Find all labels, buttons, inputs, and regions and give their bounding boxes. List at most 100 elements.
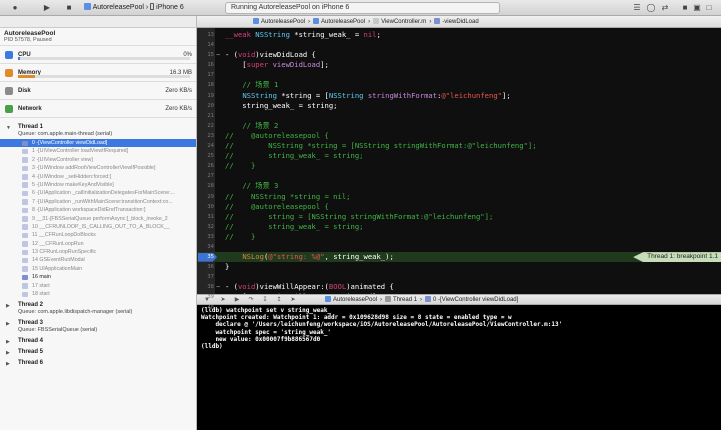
disclosure-closed-icon[interactable]: ▶ <box>6 350 10 357</box>
thread-5[interactable]: ▶ Thread 5 <box>0 349 196 356</box>
thread-3[interactable]: ▶ Thread 3 Queue: FBSSerialQueue (serial) <box>0 320 196 334</box>
console-line: watchpoint spec = 'string_weak_' <box>201 328 332 336</box>
thread-queue: Queue: com.apple.libdispatch-manager (se… <box>18 309 133 316</box>
stack-frame[interactable]: 13 CFRunLoopRunSpecific <box>0 248 196 256</box>
line-number: 20 <box>207 102 214 109</box>
stack-frame[interactable]: 0 -[ViewController viewDidLoad] <box>0 139 196 148</box>
frame-icon <box>22 257 28 264</box>
lldb-console[interactable]: (lldb) watchpoint set v string_weak_ Watc… <box>197 305 721 430</box>
thread-1[interactable]: ▼ Thread 1 Queue: com.apple.main-thread … <box>0 124 196 138</box>
frame-icon <box>22 224 28 230</box>
close-window-button[interactable]: ● <box>10 3 20 13</box>
frame-icon <box>22 216 28 222</box>
stack-frame[interactable]: 2 -[UIViewController view] <box>0 156 196 164</box>
frame-label: 0 -[ViewController viewDidLoad] <box>32 140 108 146</box>
disclosure-closed-icon[interactable]: ▶ <box>6 339 10 346</box>
stop-button[interactable]: ■ <box>64 3 74 13</box>
thread-6[interactable]: ▶ Thread 6 <box>0 360 196 367</box>
stack-frame[interactable]: 16 main <box>0 273 196 281</box>
source-editor[interactable]: AutoreleasePool › AutoreleasePool › ViewCont… <box>197 16 721 312</box>
gauge-value: 0% <box>183 52 192 58</box>
stack-frame[interactable]: 1 -[UIViewController loadViewIfRequired] <box>0 147 196 155</box>
step-out-icon[interactable]: ↥ <box>275 296 283 304</box>
version-editor-icon[interactable]: ⇄ <box>660 3 670 13</box>
stack-frame[interactable]: 3 -[UIWindow addRootViewControllerViewIf… <box>0 164 196 172</box>
gauge-network[interactable]: Network Zero KB/s <box>0 100 196 118</box>
app-icon <box>84 3 91 10</box>
frame-icon <box>22 157 28 163</box>
debug-item[interactable]: Thread 1 <box>393 297 417 303</box>
thread-2[interactable]: ▶ Thread 2 Queue: com.apple.libdispatch-ma… <box>0 302 196 316</box>
stack-frame[interactable]: 17 start <box>0 282 196 290</box>
stack-frame[interactable]: 8 -[UIApplication workspaceDidEndTransac… <box>0 206 196 214</box>
jump-item[interactable]: AutoreleasePool <box>321 19 365 25</box>
network-gauge-icon <box>5 105 13 113</box>
debug-item-icon <box>425 296 432 302</box>
code-area[interactable]: 13 __weak NSString *string_weak_ = nil; 14… <box>197 30 721 313</box>
stack-frame[interactable]: 5 -[UIWindow makeKeyAndVisible] <box>0 181 196 189</box>
thread-4[interactable]: ▶ Thread 4 <box>0 338 196 345</box>
code-text: - (void)viewWillAppear:(BOOL)animated { <box>225 282 394 292</box>
stack-frame[interactable]: 10 __CFRUNLOOP_IS_CALLING_OUT_TO_A_BLOCK… <box>0 223 196 231</box>
line-number: 21 <box>207 112 214 119</box>
scheme-selector[interactable]: AutoreleasePool › iPhone 6 <box>84 3 184 13</box>
continue-icon[interactable]: ▶ <box>233 296 241 304</box>
step-into-icon[interactable]: ↧ <box>261 296 269 304</box>
fold-marker[interactable]: − <box>216 50 220 60</box>
navigator-toggle-icon[interactable]: ■ <box>680 3 690 13</box>
code-line: 18 // 场景 1 <box>197 80 721 90</box>
frame-label: 1 -[UIViewController loadViewIfRequired] <box>32 148 129 155</box>
code-text: // NSString *string = [NSString stringWi… <box>225 141 537 151</box>
thread-name: Thread 4 <box>18 338 44 345</box>
utilities-toggle-icon[interactable]: □ <box>704 3 714 13</box>
gauge-disk[interactable]: Disk Zero KB/s <box>0 82 196 100</box>
standard-editor-icon[interactable]: ☰ <box>632 3 642 13</box>
debug-item[interactable]: 0 -[ViewController viewDidLoad] <box>433 297 518 303</box>
breakpoints-toggle-icon[interactable]: ➤ <box>219 296 227 304</box>
fold-marker[interactable]: − <box>216 282 220 292</box>
stack-frame[interactable]: 4 -[UIWindow _setHidden:forced:] <box>0 173 196 181</box>
stack-frame[interactable]: 9 __31-[FBSSerialQueue performAsync:]_bl… <box>0 215 196 223</box>
frame-label: 10 __CFRUNLOOP_IS_CALLING_OUT_TO_A_BLOCK… <box>32 223 170 230</box>
disclosure-closed-icon[interactable]: ▶ <box>6 303 10 310</box>
stack-frame[interactable]: 15 UIApplicationMain <box>0 265 196 273</box>
stack-frame[interactable]: 11 __CFRunLoopDoBlocks <box>0 231 196 239</box>
assistant-editor-icon[interactable]: ◯ <box>646 3 656 13</box>
stack-frame[interactable]: 18 start <box>0 290 196 298</box>
location-icon[interactable]: ➤ <box>289 296 297 304</box>
step-over-icon[interactable]: ↷ <box>247 296 255 304</box>
memory-gauge-icon <box>5 69 13 77</box>
code-line: 29 // NSString *string = nil; <box>197 192 721 202</box>
run-button[interactable]: ▶ <box>42 3 52 13</box>
stack-frame[interactable]: 7 -[UIApplication _runWithMainScene:tran… <box>0 198 196 206</box>
frame-icon <box>22 190 28 197</box>
stack-frame[interactable]: 6 -[UIApplication _callInitializationDel… <box>0 189 196 197</box>
code-text: // string_weak_ = string; <box>225 221 364 231</box>
jump-item[interactable]: ViewController.m <box>381 19 426 25</box>
stack-frame[interactable]: 12 __CFRunLoopRun <box>0 240 196 248</box>
process-header[interactable]: AutoreleasePool PID 57578, Paused <box>0 28 196 46</box>
line-number: 32 <box>207 223 214 230</box>
disclosure-open-icon[interactable]: ▼ <box>6 125 11 132</box>
gauge-memory[interactable]: Memory 16.3 MB <box>0 64 196 82</box>
disclosure-closed-icon[interactable]: ▶ <box>6 361 10 368</box>
disclosure-closed-icon[interactable]: ▶ <box>6 321 10 328</box>
code-line: 17 <box>197 70 721 80</box>
debug-area-toggle-icon[interactable]: ▣ <box>692 3 702 13</box>
code-line: 35 NSLog(@"string: %@", string_weak_); Th… <box>197 252 721 263</box>
stack-frame[interactable]: 14 GSEventRunModal <box>0 256 196 264</box>
frame-label: 5 -[UIWindow makeKeyAndVisible] <box>32 181 114 188</box>
code-line: 15− - (void)viewDidLoad { <box>197 50 721 60</box>
code-line: 26 // } <box>197 161 721 171</box>
thread-name: Thread 6 <box>18 360 44 367</box>
console-line: declare @ '/Users/leichunfeng/workspace/… <box>201 321 563 329</box>
jump-item[interactable]: AutoreleasePool <box>261 19 305 25</box>
jump-item[interactable]: -viewDidLoad <box>442 19 478 25</box>
gauge-cpu[interactable]: CPU 0% <box>0 46 196 64</box>
frame-icon <box>22 291 28 298</box>
thread-name: Thread 3 <box>18 320 44 327</box>
navigator-tab-bar[interactable] <box>0 16 196 28</box>
line-number: 27 <box>207 173 214 180</box>
debug-item[interactable]: AutoreleasePool <box>333 297 377 303</box>
line-number: 35 <box>207 254 214 261</box>
